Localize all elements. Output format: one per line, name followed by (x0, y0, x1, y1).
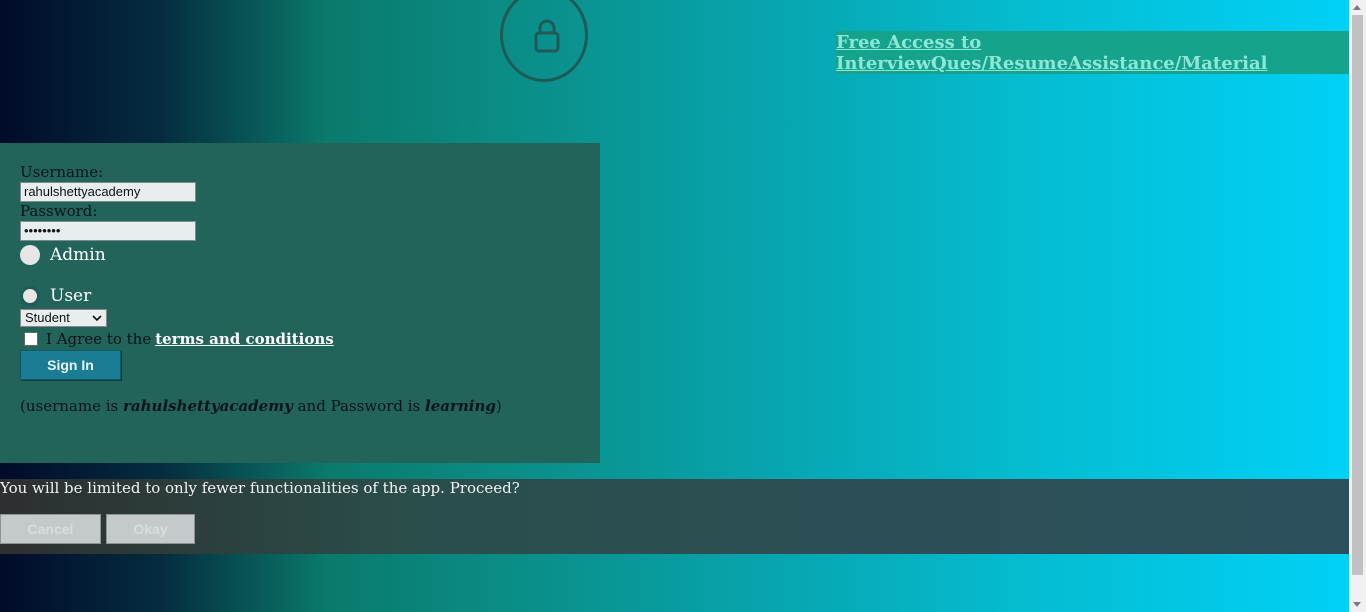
dialog-message: You will be limited to only fewer functi… (0, 479, 520, 497)
promo-banner: Free Access to InterviewQues/ResumeAssis… (836, 31, 1349, 74)
signin-button[interactable]: Sign In (20, 349, 121, 380)
hint-username: rahulshettyacademy (123, 396, 293, 415)
credentials-hint: (username is rahulshettyacademy and Pass… (20, 397, 580, 415)
lock-badge (500, 0, 588, 82)
confirm-dialog: You will be limited to only fewer functi… (0, 479, 1349, 554)
login-form: Username: rahulshettyacademy Password: •… (0, 143, 600, 463)
username-label: Username: (20, 163, 104, 181)
promo-link[interactable]: Free Access to InterviewQues/ResumeAssis… (836, 32, 1349, 74)
agree-text: I Agree to the (46, 329, 152, 348)
scrollbar-thumb[interactable] (1352, 15, 1363, 575)
password-label: Password: (20, 202, 98, 220)
radio-admin-label: Admin (50, 245, 106, 265)
okay-button[interactable]: Okay (106, 514, 195, 544)
hint-password: learning (425, 396, 496, 415)
terms-link[interactable]: terms and conditions (155, 330, 333, 348)
hint-suffix: ) (495, 396, 502, 415)
radio-user-row[interactable]: User (20, 284, 580, 308)
radio-admin[interactable] (20, 245, 40, 265)
cancel-button[interactable]: Cancel (0, 514, 101, 544)
scroll-down-icon[interactable] (1353, 602, 1361, 607)
password-field[interactable]: •••••••• (20, 221, 196, 241)
terms-row: I Agree to the terms and conditions (20, 329, 580, 349)
vertical-scrollbar[interactable] (1349, 0, 1366, 612)
radio-user-label: User (50, 286, 92, 306)
lock-icon (534, 19, 560, 53)
role-select-value: Student (25, 310, 70, 325)
radio-user[interactable] (20, 286, 40, 306)
terms-checkbox[interactable] (24, 331, 38, 346)
username-field[interactable]: rahulshettyacademy (20, 182, 196, 202)
hint-middle: and Password is (297, 396, 421, 415)
hint-prefix: (username is (20, 396, 119, 415)
radio-admin-row[interactable]: Admin (20, 243, 580, 267)
chevron-down-icon (92, 314, 102, 321)
scroll-up-icon[interactable] (1353, 5, 1361, 10)
role-select[interactable]: Student (20, 308, 107, 327)
